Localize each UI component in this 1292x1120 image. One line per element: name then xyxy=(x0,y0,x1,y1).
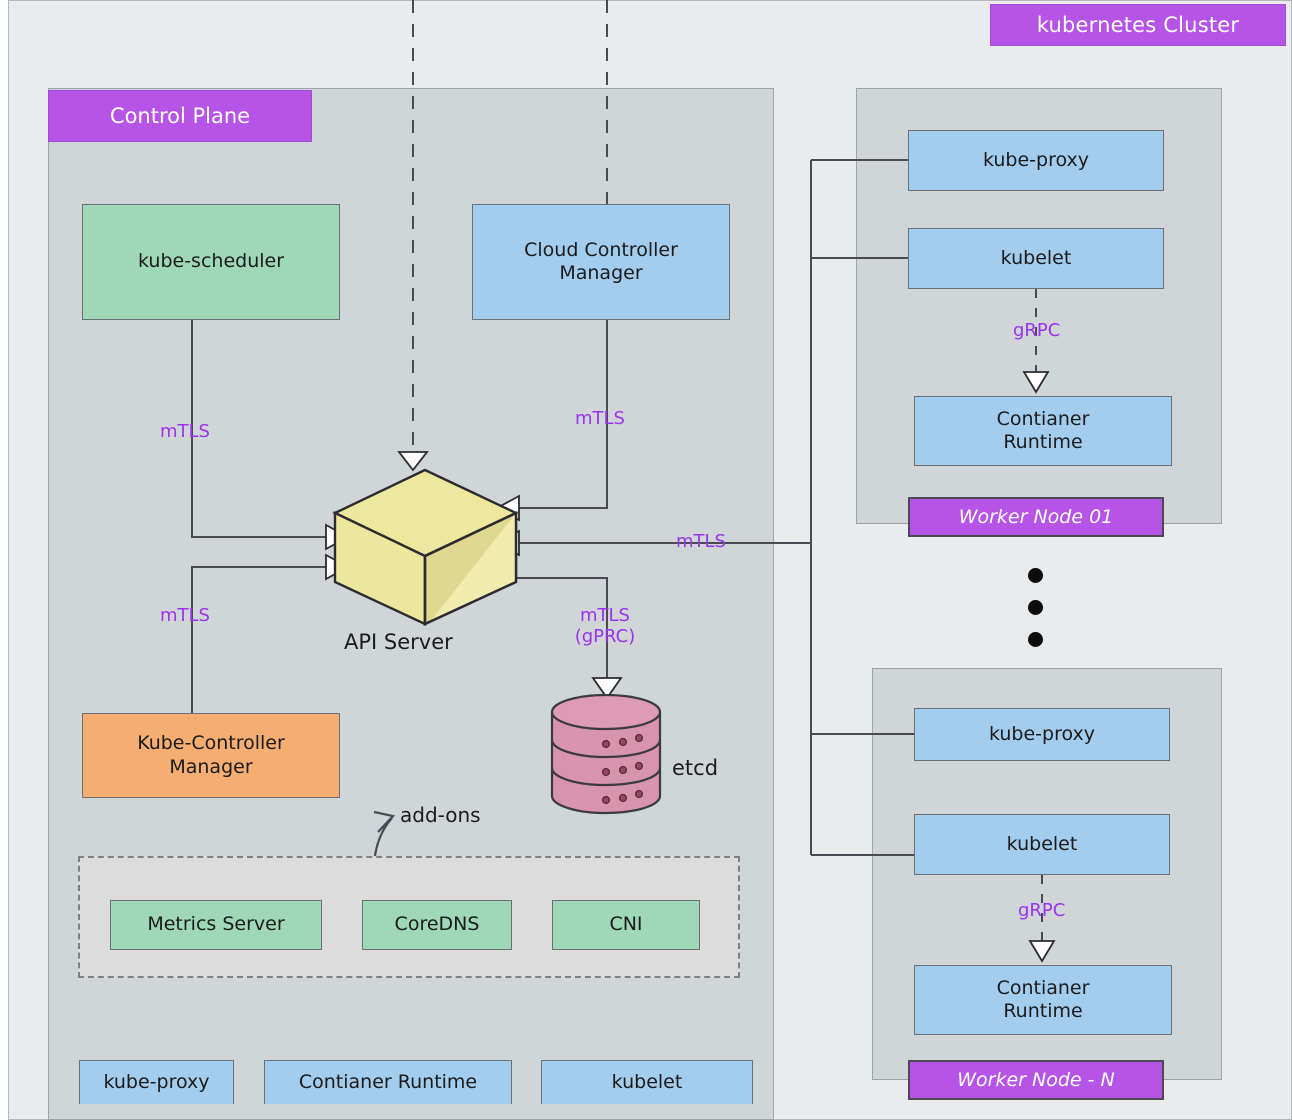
etcd-label: etcd xyxy=(672,756,719,780)
worker-nodes-ellipsis xyxy=(1028,568,1046,656)
edge-label-api-to-etcd-line2: (gPRC) xyxy=(574,626,636,647)
addons-annotation-label: add-ons xyxy=(400,803,481,827)
worker-node-01-container-runtime[interactable]: Contianer Runtime xyxy=(914,396,1172,466)
edge-label-api-to-nodes: mTLS xyxy=(676,531,726,552)
worker-node-n-kubelet[interactable]: kubelet xyxy=(914,814,1170,875)
edge-label-kcm-to-api: mTLS xyxy=(160,605,210,626)
edge-label-node1-grpc: gRPC xyxy=(1013,320,1061,341)
component-coredns[interactable]: CoreDNS xyxy=(362,900,512,950)
nn-runtime-line1: Contianer xyxy=(996,976,1090,999)
n1-runtime-line2: Runtime xyxy=(1003,431,1083,453)
component-cni[interactable]: CNI xyxy=(552,900,700,950)
kcm-label-line2: Manager xyxy=(169,755,253,778)
diagram-canvas: kubernetes Cluster Control Plane kube-sc… xyxy=(0,0,1292,1120)
ccm-label-line1: Cloud Controller xyxy=(524,238,678,261)
n1-runtime-line1: Contianer xyxy=(996,407,1090,430)
edge-label-noden-grpc: gRPC xyxy=(1018,900,1066,921)
component-kube-scheduler[interactable]: kube-scheduler xyxy=(82,204,340,320)
legend-container-runtime[interactable]: Contianer Runtime xyxy=(264,1060,512,1104)
component-metrics-server[interactable]: Metrics Server xyxy=(110,900,322,950)
edge-label-ccm-to-api: mTLS xyxy=(575,408,625,429)
worker-node-01-kubelet[interactable]: kubelet xyxy=(908,228,1164,289)
worker-node-01-kube-proxy[interactable]: kube-proxy xyxy=(908,130,1164,191)
worker-node-n-container-runtime[interactable]: Contianer Runtime xyxy=(914,965,1172,1035)
component-cloud-controller-manager[interactable]: Cloud Controller Manager xyxy=(472,204,730,320)
component-api-server-cube[interactable] xyxy=(330,466,520,628)
control-plane-title: Control Plane xyxy=(48,90,312,142)
edge-label-api-to-etcd: mTLS (gPRC) xyxy=(572,605,638,647)
kcm-label-line1: Kube-Controller xyxy=(137,732,285,755)
ccm-label-line2: Manager xyxy=(559,262,643,284)
edge-label-api-to-etcd-line1: mTLS xyxy=(580,605,630,626)
worker-node-n-kube-proxy[interactable]: kube-proxy xyxy=(914,708,1170,761)
legend-kube-proxy[interactable]: kube-proxy xyxy=(79,1060,234,1104)
edge-label-scheduler-to-api: mTLS xyxy=(160,421,210,442)
component-etcd-cylinder[interactable] xyxy=(544,694,668,816)
worker-node-01-title: Worker Node 01 xyxy=(908,497,1164,537)
kubernetes-cluster-title: kubernetes Cluster xyxy=(990,4,1286,46)
component-kube-controller-manager[interactable]: Kube-Controller Manager xyxy=(82,713,340,798)
worker-node-n-title: Worker Node - N xyxy=(908,1060,1164,1100)
legend-kubelet[interactable]: kubelet xyxy=(541,1060,753,1104)
api-server-label: API Server xyxy=(344,630,453,654)
etcd-top-disc xyxy=(550,694,662,731)
nn-runtime-line2: Runtime xyxy=(1003,1000,1083,1022)
